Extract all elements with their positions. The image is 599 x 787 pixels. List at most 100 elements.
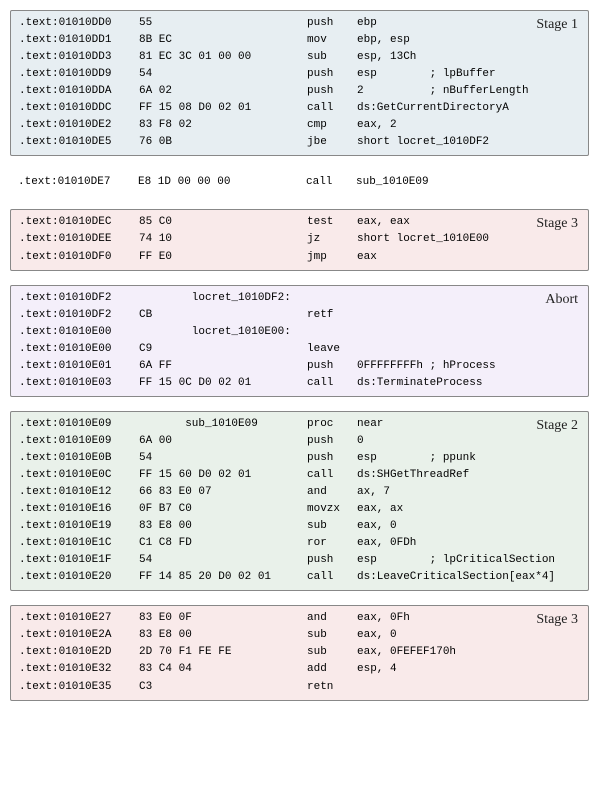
asm-line: .text:01010DE576 0Bjbeshort locret_1010D…	[19, 134, 580, 151]
mnemonic: sub	[307, 644, 357, 661]
addr: .text:01010DF2	[19, 290, 139, 307]
mnemonic: call	[306, 174, 356, 191]
addr: .text:01010E01	[19, 358, 139, 375]
mnemonic: mov	[307, 32, 357, 49]
mnemonic: call	[307, 569, 357, 586]
asm-line: .text:01010DF2CBretf	[19, 307, 580, 324]
asm-line: .text:01010E00 locret_1010E00:	[19, 324, 580, 341]
asm-line: .text:01010DEC85 C0testeax, eax	[19, 214, 580, 231]
addr: .text:01010DF0	[19, 249, 139, 266]
hex-bytes: locret_1010E00:	[139, 324, 307, 341]
hex-bytes: FF 14 85 20 D0 02 01	[139, 569, 307, 586]
addr: .text:01010E35	[19, 679, 139, 696]
operands: ds:LeaveCriticalSection[eax*4]	[357, 569, 580, 586]
mnemonic: push	[307, 66, 357, 83]
mnemonic: push	[307, 83, 357, 100]
addr: .text:01010DD9	[19, 66, 139, 83]
stage-label: Stage 3	[536, 213, 578, 235]
mnemonic: proc	[307, 416, 357, 433]
addr: .text:01010DDA	[19, 83, 139, 100]
operands: eax, 2	[357, 117, 580, 134]
hex-bytes: FF E0	[139, 249, 307, 266]
addr: .text:01010DE5	[19, 134, 139, 151]
mnemonic: push	[307, 433, 357, 450]
mnemonic: and	[307, 610, 357, 627]
addr: .text:01010DEC	[19, 214, 139, 231]
hex-bytes: 55	[139, 15, 307, 32]
stage-label: Stage 1	[536, 14, 578, 36]
mnemonic: add	[307, 661, 357, 678]
operands: esp, 13Ch	[357, 49, 580, 66]
asm-line: .text:01010E160F B7 C0movzxeax, ax	[19, 501, 580, 518]
hex-bytes: 85 C0	[139, 214, 307, 231]
code-block-stage1: Stage 1.text:01010DD055pushebp.text:0101…	[10, 10, 589, 156]
operands: ds:TerminateProcess	[357, 375, 580, 392]
hex-bytes: 83 E8 00	[139, 627, 307, 644]
mnemonic: push	[307, 15, 357, 32]
mnemonic: sub	[307, 518, 357, 535]
asm-line: .text:01010E0CFF 15 60 D0 02 01callds:SH…	[19, 467, 580, 484]
hex-bytes: 2D 70 F1 FE FE	[139, 644, 307, 661]
addr: .text:01010E27	[19, 610, 139, 627]
mnemonic	[307, 324, 357, 341]
addr: .text:01010E0B	[19, 450, 139, 467]
asm-line: .text:01010DDA6A 02push2 ; nBufferLength	[19, 83, 580, 100]
asm-line: .text:01010E03FF 15 0C D0 02 01callds:Te…	[19, 375, 580, 392]
addr: .text:01010DE7	[18, 174, 138, 191]
operands: short locret_1010DF2	[357, 134, 580, 151]
hex-bytes: C3	[139, 679, 307, 696]
hex-bytes: FF 15 0C D0 02 01	[139, 375, 307, 392]
addr: .text:01010E03	[19, 375, 139, 392]
addr: .text:01010DD3	[19, 49, 139, 66]
asm-line: .text:01010E1CC1 C8 FDroreax, 0FDh	[19, 535, 580, 552]
hex-bytes: 83 F8 02	[139, 117, 307, 134]
hex-bytes: FF 15 08 D0 02 01	[139, 100, 307, 117]
hex-bytes: 8B EC	[139, 32, 307, 49]
addr: .text:01010E12	[19, 484, 139, 501]
addr: .text:01010DE2	[19, 117, 139, 134]
mnemonic: retn	[307, 679, 357, 696]
operands: 2 ; nBufferLength	[357, 83, 580, 100]
asm-line: .text:01010E35C3retn	[19, 679, 580, 696]
addr: .text:01010E20	[19, 569, 139, 586]
addr: .text:01010E00	[19, 341, 139, 358]
addr: .text:01010E19	[19, 518, 139, 535]
operands: sub_1010E09	[356, 174, 581, 191]
mnemonic: push	[307, 450, 357, 467]
operands: eax, 0FDh	[357, 535, 580, 552]
asm-line: .text:01010DF0FF E0jmpeax	[19, 249, 580, 266]
addr: .text:01010E09	[19, 416, 139, 433]
addr: .text:01010E09	[19, 433, 139, 450]
mnemonic: retf	[307, 307, 357, 324]
operands: esp, 4	[357, 661, 580, 678]
stage-label: Stage 2	[536, 415, 578, 437]
operands	[357, 324, 580, 341]
addr: .text:01010E00	[19, 324, 139, 341]
addr: .text:01010E2D	[19, 644, 139, 661]
asm-line: .text:01010DF2 locret_1010DF2:	[19, 290, 580, 307]
hex-bytes: 54	[139, 66, 307, 83]
asm-line: .text:01010E2D2D 70 F1 FE FEsubeax, 0FEF…	[19, 644, 580, 661]
code-block-single: .text:01010DE7E8 1D 00 00 00callsub_1010…	[10, 170, 589, 195]
stage-label: Abort	[545, 289, 578, 311]
hex-bytes: 66 83 E0 07	[139, 484, 307, 501]
asm-line: .text:01010E09 sub_1010E09procnear	[19, 416, 580, 433]
addr: .text:01010DD1	[19, 32, 139, 49]
hex-bytes: locret_1010DF2:	[139, 290, 307, 307]
operands	[357, 679, 580, 696]
asm-line: .text:01010E016A FFpush0FFFFFFFFh ; hPro…	[19, 358, 580, 375]
hex-bytes: 83 C4 04	[139, 661, 307, 678]
hex-bytes: 54	[139, 450, 307, 467]
asm-line: .text:01010DD055pushebp	[19, 15, 580, 32]
asm-line: .text:01010E0B54pushesp ; ppunk	[19, 450, 580, 467]
asm-line: .text:01010DE283 F8 02cmpeax, 2	[19, 117, 580, 134]
operands: esp ; ppunk	[357, 450, 580, 467]
asm-line: .text:01010E2A83 E8 00subeax, 0	[19, 627, 580, 644]
mnemonic: ror	[307, 535, 357, 552]
asm-line: .text:01010E2783 E0 0Fandeax, 0Fh	[19, 610, 580, 627]
operands: ds:SHGetThreadRef	[357, 467, 580, 484]
hex-bytes: CB	[139, 307, 307, 324]
mnemonic: jmp	[307, 249, 357, 266]
mnemonic	[307, 290, 357, 307]
operands: ax, 7	[357, 484, 580, 501]
